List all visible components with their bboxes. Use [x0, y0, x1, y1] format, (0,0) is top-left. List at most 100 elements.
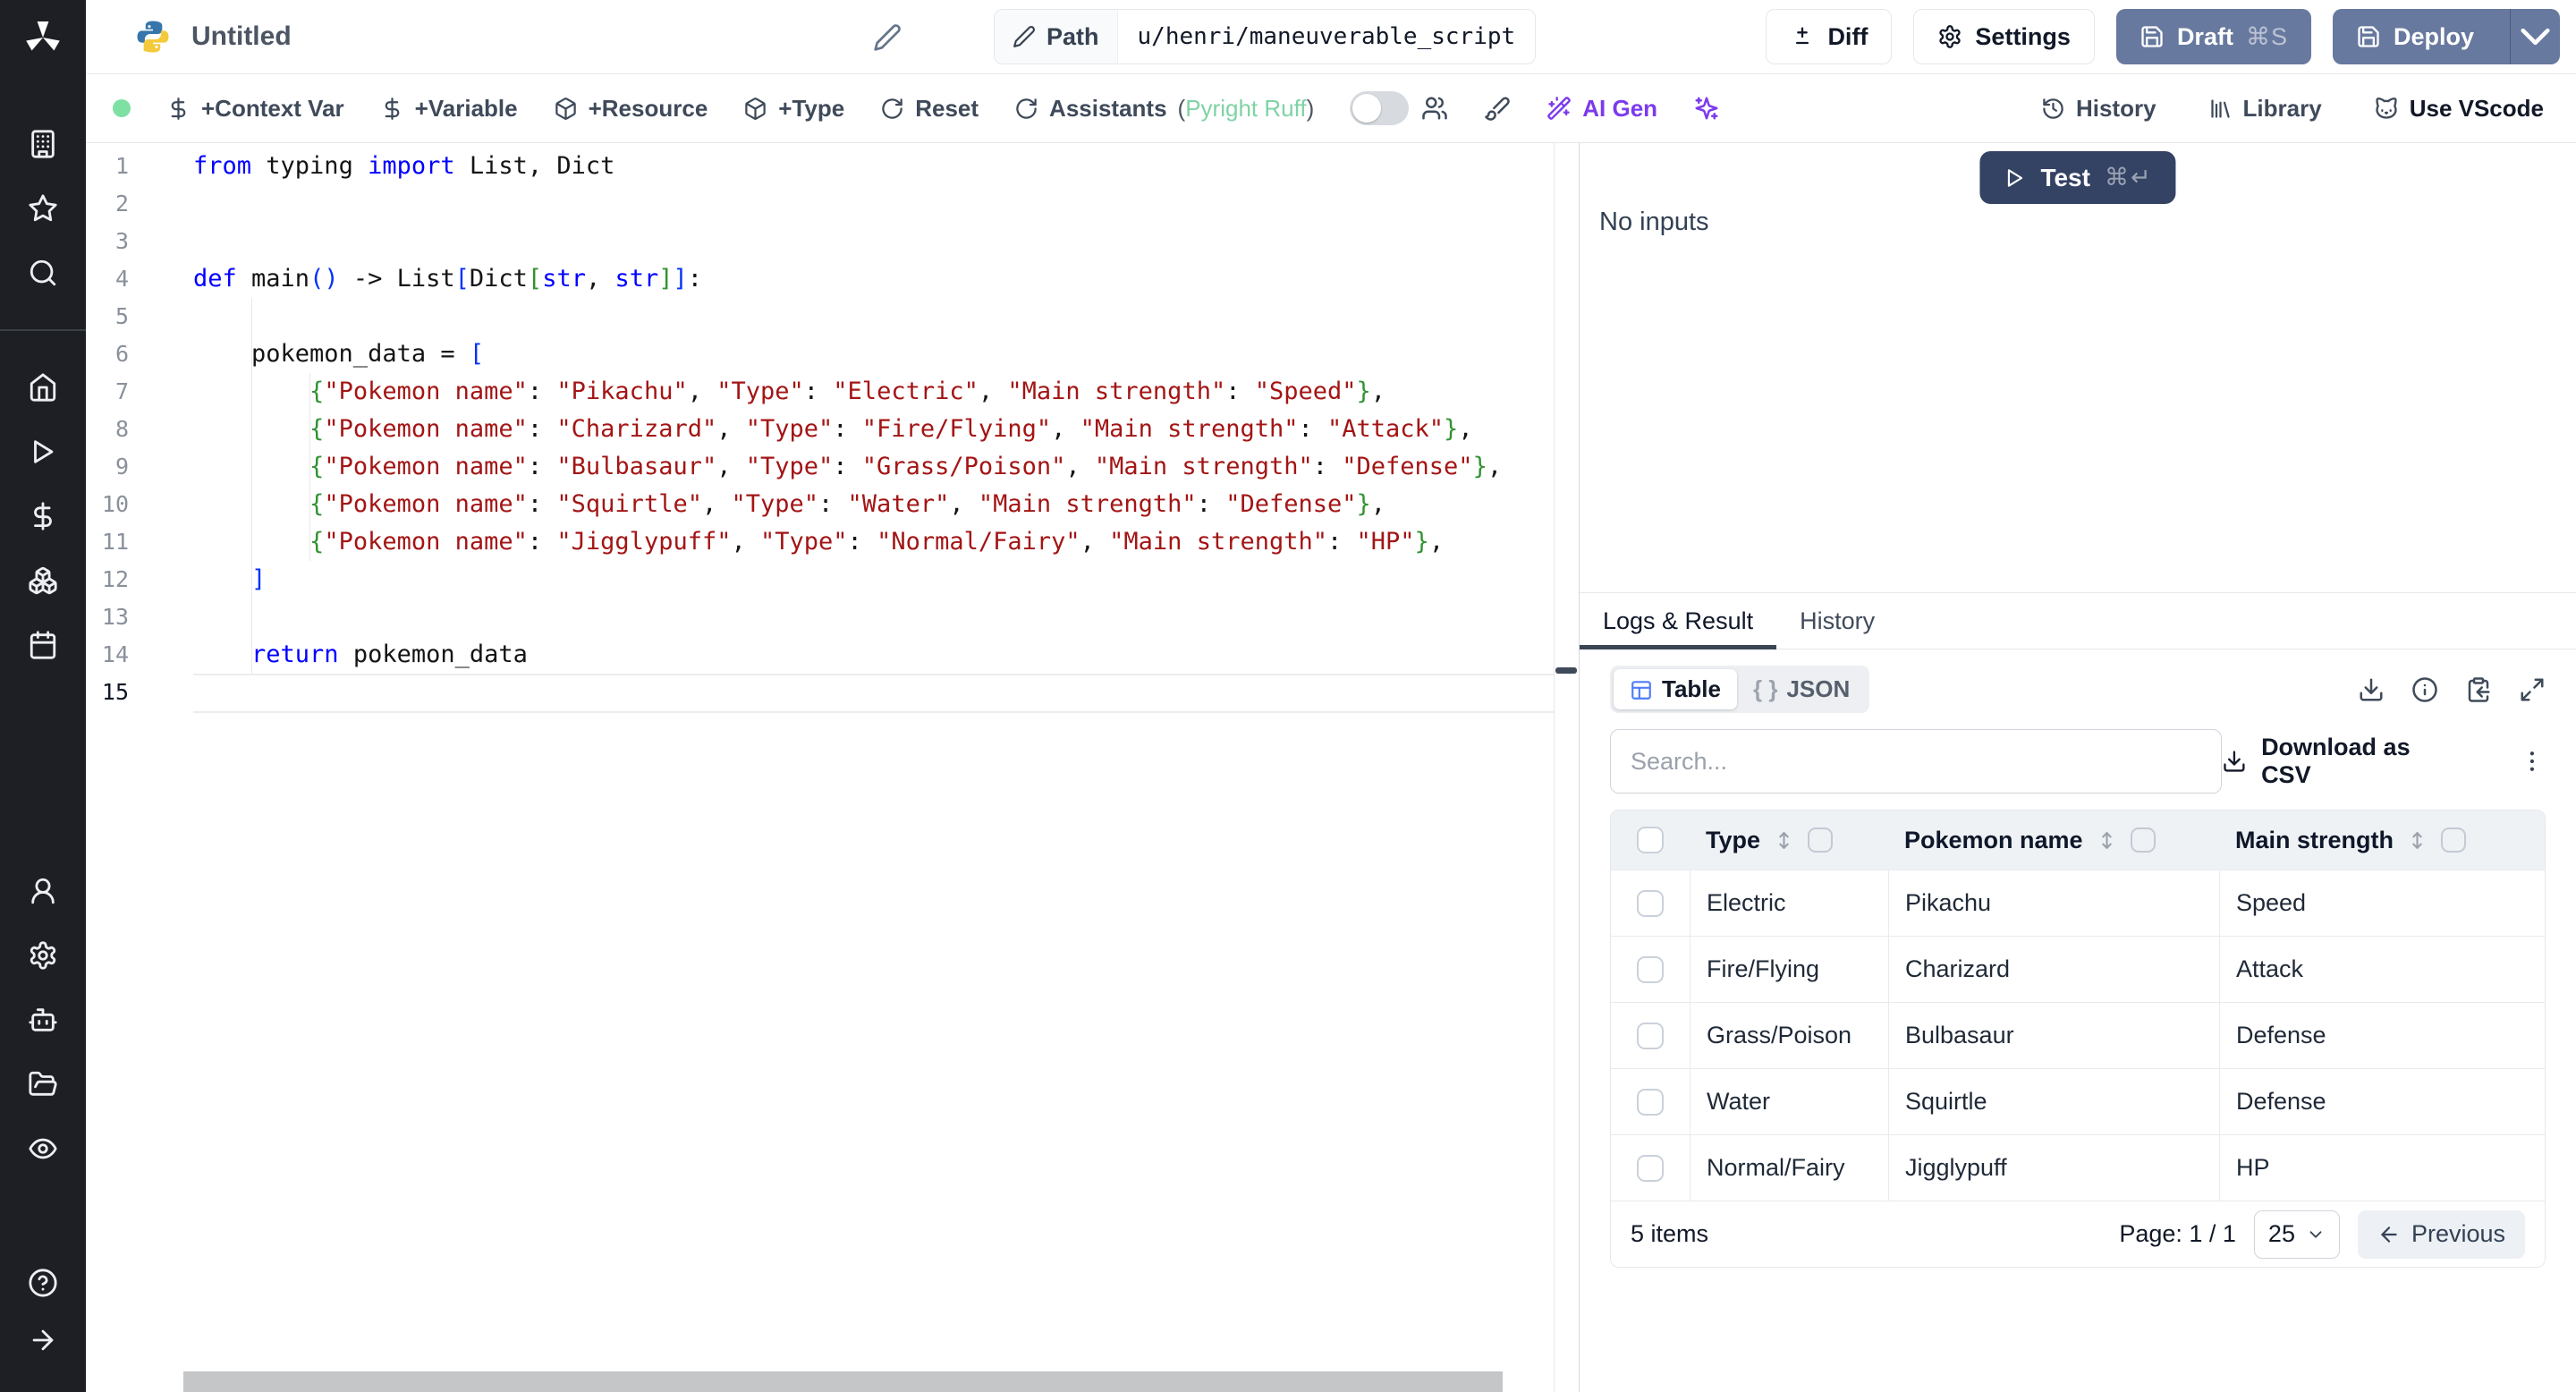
draft-button[interactable]: Draft ⌘S: [2115, 9, 2311, 64]
sidebar-item-star-icon[interactable]: [28, 193, 58, 224]
splitter-drag-handle[interactable]: [1555, 667, 1577, 674]
code-line-9[interactable]: 9 {"Pokemon name": "Bulbasaur", "Type": …: [86, 448, 1554, 486]
diff-button[interactable]: Diff: [1766, 9, 1893, 64]
row-checkbox[interactable]: [1637, 1154, 1664, 1182]
view-table-button[interactable]: Table: [1614, 669, 1737, 709]
code-line-6[interactable]: 6 pokemon_data = [: [86, 335, 1554, 373]
code-line-11[interactable]: 11 {"Pokemon name": "Jigglypuff", "Type"…: [86, 523, 1554, 561]
multiplayer-toggle[interactable]: [1350, 91, 1410, 125]
line-number: 15: [101, 679, 129, 705]
column-toggle-checkbox[interactable]: [1808, 828, 1834, 853]
sidebar-item-calendar-icon[interactable]: [28, 630, 58, 660]
view-json-button[interactable]: { } JSON: [1737, 669, 1866, 709]
history-button[interactable]: History: [2041, 95, 2157, 123]
code-line-14[interactable]: 14 return pokemon_data: [86, 636, 1554, 674]
code-line-15[interactable]: 15: [86, 674, 1554, 711]
sidebar-item-user-icon[interactable]: [28, 876, 58, 906]
deploy-dropdown-chevron-icon[interactable]: [2510, 9, 2560, 64]
tab-history[interactable]: History: [1776, 593, 1898, 649]
page-indicator: Page: 1 / 1: [2119, 1220, 2236, 1247]
line-number: 14: [101, 641, 129, 667]
select-all-checkbox[interactable]: [1637, 827, 1664, 853]
search-input[interactable]: [1610, 729, 2223, 794]
library-button[interactable]: Library: [2208, 95, 2322, 123]
previous-page-button[interactable]: Previous: [2357, 1210, 2525, 1259]
deploy-button[interactable]: Deploy: [2332, 9, 2560, 64]
settings-button[interactable]: Settings: [1913, 9, 2095, 64]
python-language-icon: [137, 21, 169, 53]
column-toggle-checkbox[interactable]: [2441, 828, 2467, 853]
row-checkbox[interactable]: [1637, 955, 1664, 983]
column-toggle-checkbox[interactable]: [2130, 828, 2156, 853]
row-select-cell: [1611, 937, 1690, 1002]
use-vscode-button[interactable]: Use VScode: [2374, 95, 2544, 123]
sort-icon[interactable]: [1773, 829, 1795, 852]
code-editor[interactable]: 1 from typing import List, Dict 2 3 4 def mai…: [86, 143, 1555, 1392]
sidebar-item-boxes-icon[interactable]: [28, 565, 58, 596]
table-cell: Squirtle: [1888, 1069, 2219, 1134]
row-checkbox[interactable]: [1637, 1022, 1664, 1049]
tab-logs-result[interactable]: Logs & Result: [1580, 593, 1777, 649]
path-value[interactable]: u/henri/maneuverable_script: [1118, 10, 1536, 64]
test-run-button[interactable]: Test ⌘↵: [1979, 151, 2176, 204]
result-table: Type Pokemon name Main strength Electric Pi…: [1610, 810, 2546, 1268]
sidebar-item-home-icon[interactable]: [28, 372, 58, 403]
deploy-main[interactable]: Deploy: [2333, 9, 2497, 64]
items-count: 5 items: [1631, 1220, 1709, 1247]
code-line-13[interactable]: 13: [86, 598, 1554, 636]
sidebar-item-bot-icon[interactable]: [28, 1005, 58, 1035]
row-checkbox[interactable]: [1637, 889, 1664, 917]
copy-to-clipboard-icon[interactable]: [2465, 676, 2492, 703]
code-line-7[interactable]: 7 {"Pokemon name": "Pikachu", "Type": "E…: [86, 373, 1554, 411]
editor-toolbar: +Context Var +Variable +Resource +Type R…: [86, 74, 2576, 143]
ai-gen-button[interactable]: AI Gen: [1546, 95, 1657, 123]
sort-icon[interactable]: [2096, 829, 2118, 852]
download-result-icon[interactable]: [2358, 676, 2385, 703]
dollar-icon: [166, 97, 191, 121]
more-options-icon[interactable]: [2519, 748, 2546, 775]
add-context-var-button[interactable]: +Context Var: [166, 95, 344, 123]
table-cell: Grass/Poison: [1690, 1003, 1888, 1068]
path-input-group[interactable]: Path u/henri/maneuverable_script: [994, 9, 1537, 64]
sidebar-item-help-icon[interactable]: [28, 1268, 58, 1298]
rotate-cw-icon: [1014, 97, 1038, 121]
info-icon[interactable]: [2411, 676, 2438, 703]
sidebar-item-search-icon[interactable]: [28, 258, 58, 288]
sidebar-item-arrow-right-icon[interactable]: [28, 1325, 58, 1355]
windmill-logo[interactable]: [0, 0, 86, 74]
sidebar-item-eye-icon[interactable]: [28, 1133, 58, 1164]
add-variable-button[interactable]: +Variable: [380, 95, 518, 123]
sort-icon[interactable]: [2406, 829, 2428, 852]
add-resource-button[interactable]: +Resource: [554, 95, 708, 123]
sidebar-item-gear-icon[interactable]: [28, 940, 58, 971]
code-line-5[interactable]: 5: [86, 298, 1554, 335]
edit-summary-icon[interactable]: [873, 23, 902, 52]
format-brush-icon[interactable]: [1484, 95, 1511, 122]
code-line-1[interactable]: 1 from typing import List, Dict: [86, 148, 1554, 185]
sidebar-item-building-icon[interactable]: [28, 129, 58, 159]
reset-button[interactable]: Reset: [880, 95, 979, 123]
code-line-2[interactable]: 2: [86, 185, 1554, 223]
sidebar-item-folder-icon[interactable]: [28, 1069, 58, 1099]
row-checkbox[interactable]: [1637, 1088, 1664, 1116]
download-csv-button[interactable]: Download as CSV: [2222, 734, 2465, 789]
expand-icon[interactable]: [2519, 676, 2546, 703]
table-cell: Charizard: [1888, 937, 2219, 1002]
page-size-select[interactable]: 25: [2253, 1210, 2340, 1259]
add-type-button[interactable]: +Type: [743, 95, 844, 123]
sidebar-item-play-icon[interactable]: [28, 437, 58, 467]
panel-splitter[interactable]: [1555, 143, 1579, 1392]
history-clock-icon: [2041, 97, 2065, 121]
code-line-3[interactable]: 3: [86, 223, 1554, 260]
table-cell: HP: [2219, 1135, 2545, 1201]
sparkles-icon[interactable]: [1693, 95, 1720, 122]
sidebar-item-dollar-icon[interactable]: [28, 501, 58, 531]
code-line-10[interactable]: 10 {"Pokemon name": "Squirtle", "Type": …: [86, 486, 1554, 523]
assistants-button[interactable]: Assistants (Pyright Ruff): [1014, 95, 1314, 123]
table-cell: Defense: [2219, 1003, 2545, 1068]
wand-icon: [1546, 96, 1572, 121]
code-line-8[interactable]: 8 {"Pokemon name": "Charizard", "Type": …: [86, 411, 1554, 448]
code-line-12[interactable]: 12 ]: [86, 561, 1554, 598]
code-line-4[interactable]: 4 def main() -> List[Dict[str, str]]:: [86, 260, 1554, 298]
editor-horizontal-scrollbar[interactable]: [183, 1371, 1503, 1392]
